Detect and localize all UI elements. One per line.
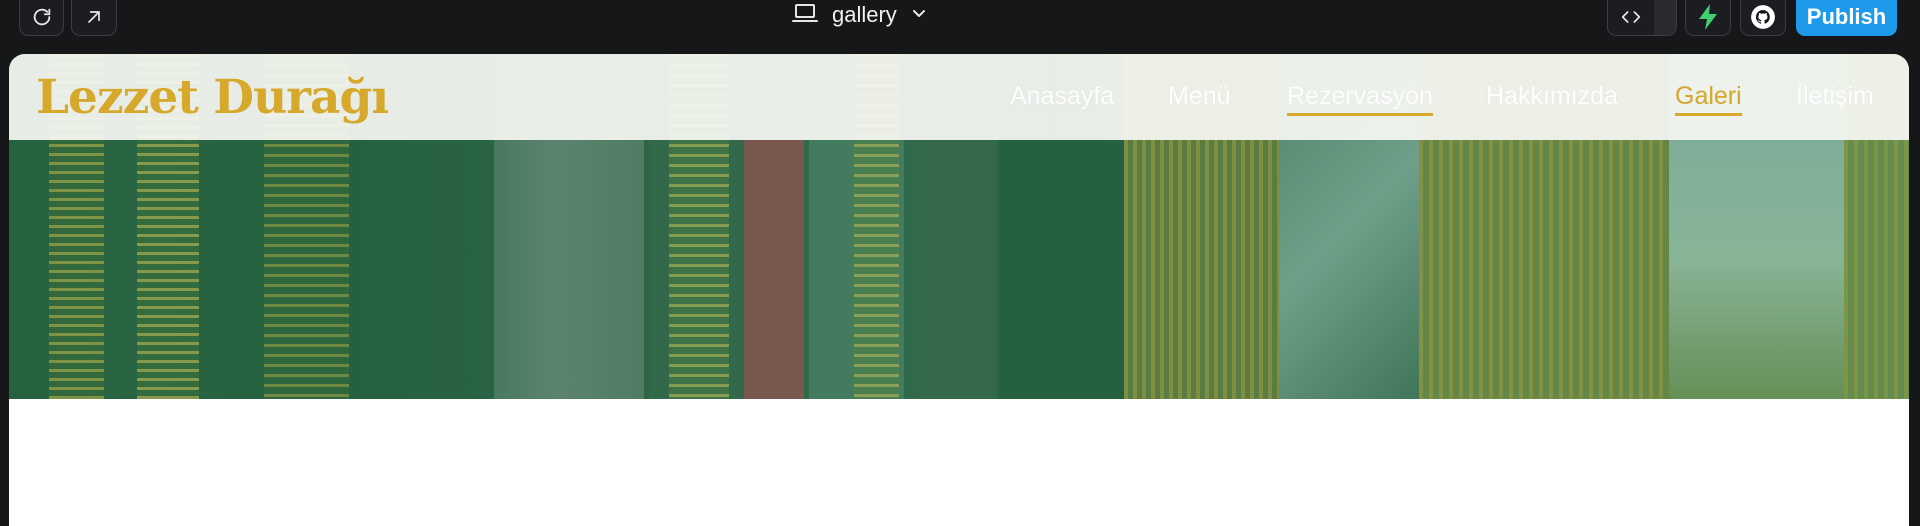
page-selector[interactable]: gallery	[792, 0, 927, 30]
site-logo[interactable]: Lezzet Durağı	[36, 70, 389, 125]
page-selector-label: gallery	[832, 2, 897, 27]
nav-link-menu[interactable]: Menü	[1168, 82, 1231, 111]
site-navbar: Lezzet Durağı Anasayfa Menü Rezervasyon …	[9, 54, 1909, 140]
refresh-icon	[31, 0, 53, 28]
nav-link-iletisim[interactable]: İletişim	[1796, 82, 1874, 111]
code-icon	[1620, 1, 1642, 27]
code-view-button[interactable]	[1607, 0, 1677, 36]
github-icon	[1750, 0, 1776, 30]
publish-button[interactable]: Publish	[1796, 0, 1897, 36]
toggle-track	[1654, 0, 1676, 35]
editor-toolbar: gallery Publish	[0, 0, 1920, 54]
nav-link-rezervasyon[interactable]: Rezervasyon	[1287, 82, 1433, 116]
nav-link-galeri[interactable]: Galeri	[1675, 82, 1742, 116]
site-preview: Lezzet Durağı Anasayfa Menü Rezervasyon …	[9, 54, 1909, 526]
nav-link-hakkimizda[interactable]: Hakkımızda	[1486, 82, 1618, 111]
nav-link-anasayfa[interactable]: Anasayfa	[1010, 82, 1114, 111]
github-button[interactable]	[1740, 0, 1786, 36]
lightning-bolt-icon	[1696, 0, 1720, 31]
chevron-down-icon	[911, 5, 927, 25]
page-content-area	[9, 399, 1909, 526]
refresh-button[interactable]	[19, 0, 64, 36]
supabase-button[interactable]	[1685, 0, 1731, 36]
arrow-up-right-icon	[84, 1, 104, 27]
laptop-icon	[792, 2, 818, 28]
open-in-new-tab-button[interactable]	[71, 0, 117, 36]
